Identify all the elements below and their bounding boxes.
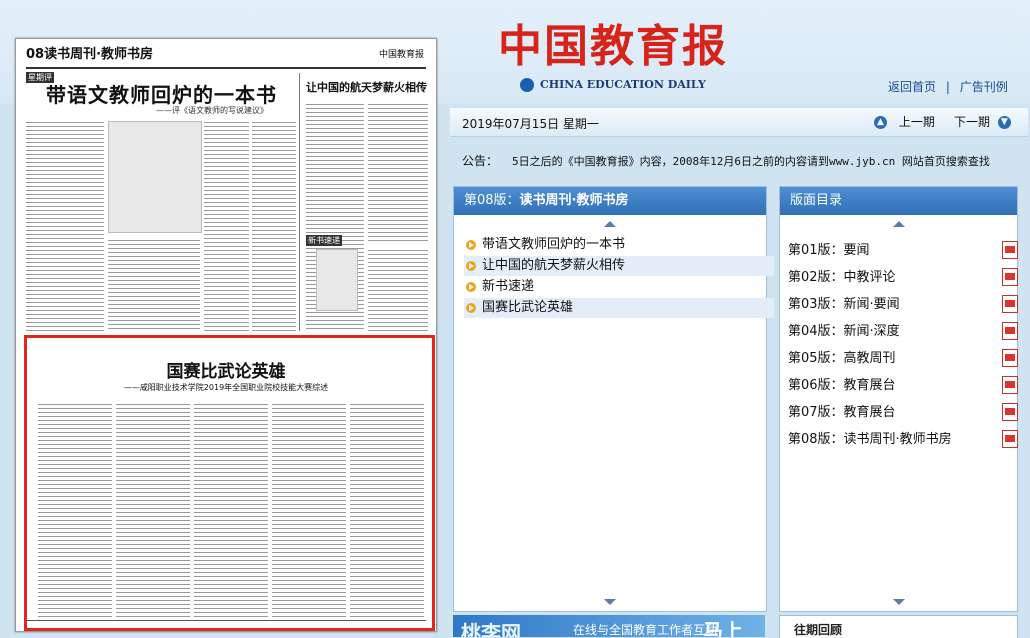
bullet-arrow-icon (466, 303, 476, 313)
page-item-label: 第05版：高教周刊 (788, 351, 896, 366)
page-item-label: 第07版：教育展台 (788, 405, 896, 420)
pdf-icon[interactable] (1002, 430, 1018, 448)
text-column (368, 101, 428, 241)
article-item-label: 让中国的航天梦薪火相传 (482, 258, 626, 273)
notice-text: 5日之后的《中国教育报》内容，2008年12月6日之前的内容请到www.jyb.… (512, 155, 990, 168)
text-column (38, 401, 112, 619)
bullet-arrow-icon (466, 282, 476, 292)
article-item-label: 带语文教师回炉的一本书 (482, 237, 626, 252)
page-item[interactable]: 第04版：新闻·深度 (788, 318, 1018, 345)
next-issue-button[interactable]: 下一期 ▼ (954, 113, 1011, 130)
date-bar: 2019年07月15日 星期一 ▲ 上一期 下一期 ▼ (450, 108, 1028, 137)
text-column (252, 119, 296, 331)
page-item[interactable]: 第01版：要闻 (788, 237, 1018, 264)
scroll-up-icon[interactable] (604, 221, 616, 227)
page-item-label: 第06版：教育展台 (788, 378, 896, 393)
paper-article-title[interactable]: 带语文教师回炉的一本书 (46, 79, 277, 108)
notice-label: 公告： (462, 154, 499, 168)
scroll-down-icon[interactable] (604, 599, 616, 605)
page-directory-header: 版面目录 (780, 187, 1017, 215)
logo-en-text: CHINA EDUCATION DAILY (540, 78, 706, 91)
page-item[interactable]: 第02版：中教评论 (788, 264, 1018, 291)
bullet-arrow-icon (466, 240, 476, 250)
issue-date: 2019年07月15日 星期一 (462, 117, 599, 131)
page-item-label: 第01版：要闻 (788, 243, 870, 258)
globe-icon (520, 78, 534, 92)
paper-section-title: 08读书周刊·教师书房 (26, 47, 154, 62)
site-logo-en: CHINA EDUCATION DAILY (520, 78, 706, 92)
articles-panel: 第08版：读书周刊·教师书房 带语文教师回炉的一本书 让中国的航天梦薪火相传 新… (453, 186, 774, 612)
paper-article-title[interactable]: 让中国的航天梦薪火相传 (306, 79, 427, 95)
past-issues-title: 往期回顾 (794, 623, 843, 637)
pdf-icon[interactable] (1002, 295, 1018, 313)
past-issues-box[interactable]: 往期回顾 (779, 615, 1018, 638)
prev-issue-button[interactable]: ▲ 上一期 (874, 113, 935, 130)
paper-tag: 新书速递 (306, 235, 342, 246)
text-column (368, 247, 428, 331)
taoli-banner[interactable]: 桃李网 在线与全国教育工作者互动 马上 (453, 615, 765, 637)
text-column (272, 401, 346, 619)
page-item-label: 第03版：新闻·要闻 (788, 297, 900, 312)
ad-rates-link[interactable]: 广告刊例 (960, 80, 1008, 94)
pdf-icon[interactable] (1002, 268, 1018, 286)
banner-slogan: 在线与全国教育工作者互动 (573, 623, 718, 637)
arrow-up-icon: ▲ (874, 116, 887, 129)
page-item[interactable]: 第03版：新闻·要闻 (788, 291, 1018, 318)
link-separator: | (945, 80, 950, 94)
article-item-label: 国赛比武论英雄 (482, 300, 574, 315)
pdf-icon[interactable] (1002, 349, 1018, 367)
article-item[interactable]: 让中国的航天梦薪火相传 (464, 256, 774, 276)
pdf-icon[interactable] (1002, 322, 1018, 340)
book-cover-image (108, 121, 202, 233)
page-title: 读书周刊·教师书房 (519, 193, 629, 208)
text-column (194, 401, 268, 619)
articles-panel-header: 第08版：读书周刊·教师书房 (454, 187, 766, 215)
book-cover-image (316, 249, 358, 311)
top-links: 返回首页 | 广告刊例 (888, 78, 1008, 95)
article-item[interactable]: 国赛比武论英雄 (464, 298, 774, 318)
pdf-icon[interactable] (1002, 241, 1018, 259)
next-issue-label: 下一期 (954, 115, 991, 129)
arrow-down-icon: ▼ (997, 116, 1011, 129)
article-item[interactable]: 新书速递 (464, 277, 774, 297)
bullet-arrow-icon (466, 261, 476, 271)
home-link[interactable]: 返回首页 (888, 80, 936, 94)
paper-article-title[interactable]: 国赛比武论英雄 (16, 357, 436, 382)
page-item[interactable]: 第07版：教育展台 (788, 399, 1018, 426)
paper-footer (26, 620, 426, 627)
page-item-label: 第04版：新闻·深度 (788, 324, 900, 339)
notice-bar: 公告： 5日之后的《中国教育报》内容，2008年12月6日之前的内容请到www.j… (462, 152, 1022, 170)
page-item-label: 第08版：读书周刊·教师书房 (788, 432, 952, 447)
site-logo[interactable]: 中国教育报 (498, 10, 728, 74)
scroll-up-icon[interactable] (892, 221, 905, 227)
page-number-label: 第08版： (464, 193, 520, 208)
paper-article-subtitle: ——评《语文教师的写说建议》 (156, 106, 268, 115)
page-item[interactable]: 第08版：读书周刊·教师书房 (788, 426, 1018, 453)
article-item-label: 新书速递 (482, 279, 535, 294)
paper-header: 08读书周刊·教师书房 中国教育报 (26, 43, 426, 69)
article-item[interactable]: 带语文教师回炉的一本书 (464, 235, 774, 255)
scroll-down-icon[interactable] (892, 599, 905, 605)
banner-brand: 桃李网 (461, 621, 521, 637)
column-divider (299, 73, 300, 331)
text-column (350, 401, 424, 619)
page-item[interactable]: 第05版：高教周刊 (788, 345, 1018, 372)
newspaper-page-preview[interactable]: 08读书周刊·教师书房 中国教育报 星期评 带语文教师回炉的一本书 ——评《语文… (15, 38, 437, 632)
text-column (26, 119, 104, 331)
banner-tail: 马上 (703, 619, 743, 637)
text-column (204, 119, 249, 331)
paper-article-subtitle: ——咸阳职业技术学院2019年全国职业院校技能大赛综述 (123, 383, 329, 392)
text-column (108, 237, 200, 331)
pdf-icon[interactable] (1002, 403, 1018, 421)
page-directory-panel: 版面目录 第01版：要闻 第02版：中教评论 第03版：新闻·要闻 第04版：新… (779, 186, 1018, 612)
page-item[interactable]: 第06版：教育展台 (788, 372, 1018, 399)
pdf-icon[interactable] (1002, 376, 1018, 394)
page-list: 第01版：要闻 第02版：中教评论 第03版：新闻·要闻 第04版：新闻·深度 … (788, 237, 1018, 453)
article-list: 带语文教师回炉的一本书 让中国的航天梦薪火相传 新书速递 国赛比武论英雄 (464, 235, 774, 319)
page-item-label: 第02版：中教评论 (788, 270, 896, 285)
prev-issue-label: 上一期 (898, 115, 935, 129)
paper-masthead: 中国教育报 (378, 50, 424, 60)
text-column (116, 401, 190, 619)
